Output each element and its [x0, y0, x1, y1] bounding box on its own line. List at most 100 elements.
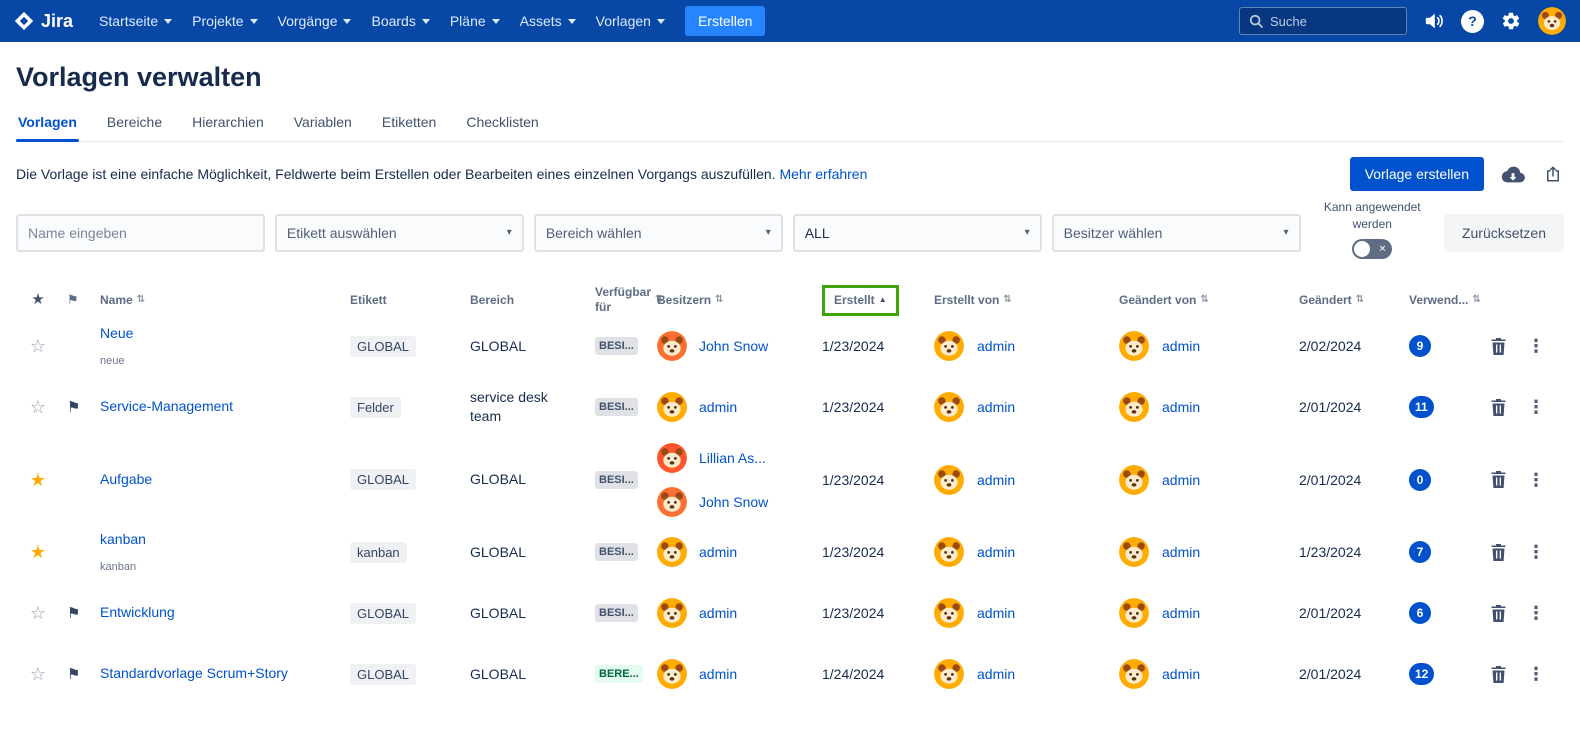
created-by-link[interactable]: admin — [977, 666, 1015, 682]
reset-button[interactable]: Zurücksetzen — [1444, 214, 1564, 252]
nav-item-vorg-nge[interactable]: Vorgänge — [268, 6, 362, 36]
column-header-bereich[interactable]: Bereich — [470, 293, 595, 308]
jira-logo-icon — [14, 11, 34, 31]
cloud-download-icon[interactable] — [1499, 164, 1527, 185]
owner-item: admin — [657, 392, 737, 422]
user-avatar[interactable] — [1538, 7, 1566, 35]
star-icon[interactable]: ☆ — [30, 604, 46, 622]
flag-column-header[interactable]: ⚑ — [60, 292, 100, 308]
column-header-etikett[interactable]: Etikett — [350, 293, 470, 308]
create-template-button[interactable]: Vorlage erstellen — [1350, 157, 1484, 191]
label-filter-select[interactable]: Etikett auswählen ▾ — [275, 214, 524, 252]
chevron-down-icon: ▾ — [1025, 227, 1030, 238]
star-icon[interactable]: ★ — [30, 543, 46, 561]
more-options-icon[interactable]: ⋮ — [1527, 337, 1545, 355]
chevron-down-icon: ▾ — [766, 227, 771, 238]
tab-etiketten[interactable]: Etiketten — [380, 110, 438, 141]
nav-item-startseite[interactable]: Startseite — [89, 6, 182, 36]
owner-filter-select[interactable]: Besitzer wählen ▾ — [1052, 214, 1301, 252]
tab-bereiche[interactable]: Bereiche — [105, 110, 164, 141]
export-icon[interactable] — [1542, 162, 1564, 186]
modified-by-link[interactable]: admin — [1162, 399, 1200, 415]
owner-link[interactable]: John Snow — [699, 494, 768, 510]
owner-avatar — [657, 443, 687, 473]
delete-icon[interactable] — [1491, 399, 1506, 416]
template-name-link[interactable]: Service-Management — [100, 398, 233, 414]
more-options-icon[interactable]: ⋮ — [1527, 398, 1545, 416]
table-row: ★AufgabeGLOBALGLOBALBESI...Lillian As...… — [0, 438, 1580, 522]
owner-link[interactable]: admin — [699, 544, 737, 560]
column-header-name[interactable]: Name⇅ — [100, 293, 350, 308]
global-search[interactable] — [1239, 7, 1407, 35]
created-by-link[interactable]: admin — [977, 605, 1015, 621]
nav-item-boards[interactable]: Boards — [361, 6, 439, 36]
label-tag: GLOBAL — [350, 603, 416, 624]
owner-link[interactable]: Lillian As... — [699, 450, 766, 466]
announcement-icon[interactable] — [1424, 12, 1444, 30]
usage-count-badge: 11 — [1409, 396, 1434, 418]
star-icon[interactable]: ★ — [30, 471, 46, 489]
create-button[interactable]: Erstellen — [685, 6, 765, 36]
modified-date: 2/01/2024 — [1299, 399, 1409, 415]
star-column-header[interactable]: ★ — [16, 291, 60, 310]
tab-hierarchien[interactable]: Hierarchien — [190, 110, 266, 141]
template-name-link[interactable]: Entwicklung — [100, 604, 175, 620]
more-options-icon[interactable]: ⋮ — [1527, 665, 1545, 683]
column-header-erstellt-von[interactable]: Erstellt von⇅ — [934, 293, 1119, 308]
name-filter-input[interactable] — [16, 214, 265, 252]
created-by-link[interactable]: admin — [977, 472, 1015, 488]
owner-link[interactable]: admin — [699, 605, 737, 621]
nav-item-vorlagen[interactable]: Vorlagen — [586, 6, 675, 36]
modified-by-link[interactable]: admin — [1162, 338, 1200, 354]
delete-icon[interactable] — [1491, 471, 1506, 488]
delete-icon[interactable] — [1491, 338, 1506, 355]
more-options-icon[interactable]: ⋮ — [1527, 543, 1545, 561]
owner-item: Lillian As... — [657, 443, 766, 473]
search-input[interactable] — [1270, 14, 1397, 29]
delete-icon[interactable] — [1491, 666, 1506, 683]
column-header-erstellt[interactable]: Erstellt▲ — [822, 285, 934, 316]
modified-by-link[interactable]: admin — [1162, 544, 1200, 560]
column-header-besitzern[interactable]: Besitzern⇅ — [657, 293, 822, 308]
tab-checklisten[interactable]: Checklisten — [464, 110, 540, 141]
column-header-ge-ndert[interactable]: Geändert⇅ — [1299, 293, 1409, 308]
column-header-verf-gbar-f-r[interactable]: Verfügbar für⇅ — [595, 285, 657, 315]
template-name-link[interactable]: Neue — [100, 325, 133, 341]
modified-by-link[interactable]: admin — [1162, 605, 1200, 621]
owner-link[interactable]: admin — [699, 399, 737, 415]
nav-item-pl-ne[interactable]: Pläne — [440, 6, 510, 36]
template-name-link[interactable]: Standardvorlage Scrum+Story — [100, 665, 288, 681]
template-name-link[interactable]: Aufgabe — [100, 471, 152, 487]
tab-variablen[interactable]: Variablen — [292, 110, 354, 141]
delete-icon[interactable] — [1491, 544, 1506, 561]
learn-more-link[interactable]: Mehr erfahren — [779, 166, 867, 182]
star-icon[interactable]: ☆ — [30, 337, 46, 355]
filters-bar: Etikett auswählen ▾ Bereich wählen ▾ ALL… — [0, 191, 1580, 259]
delete-icon[interactable] — [1491, 605, 1506, 622]
owner-item: admin — [657, 537, 737, 567]
modified-by-link[interactable]: admin — [1162, 666, 1200, 682]
jira-logo[interactable]: Jira — [14, 11, 73, 32]
type-filter-select[interactable]: ALL ▾ — [793, 214, 1042, 252]
more-options-icon[interactable]: ⋮ — [1527, 471, 1545, 489]
scope-filter-select[interactable]: Bereich wählen ▾ — [534, 214, 783, 252]
nav-item-assets[interactable]: Assets — [510, 6, 586, 36]
nav-item-projekte[interactable]: Projekte — [182, 6, 267, 36]
can-apply-toggle[interactable]: ✕ — [1352, 239, 1392, 259]
star-icon[interactable]: ☆ — [30, 398, 46, 416]
modified-by-link[interactable]: admin — [1162, 472, 1200, 488]
column-header-ge-ndert-von[interactable]: Geändert von⇅ — [1119, 293, 1299, 308]
gear-icon[interactable] — [1501, 11, 1521, 31]
created-by-link[interactable]: admin — [977, 399, 1015, 415]
column-header-verwend[interactable]: Verwend...⇅ — [1409, 293, 1491, 308]
owner-link[interactable]: admin — [699, 666, 737, 682]
help-icon[interactable]: ? — [1461, 10, 1484, 33]
owner-link[interactable]: John Snow — [699, 338, 768, 354]
star-icon[interactable]: ☆ — [30, 665, 46, 683]
more-options-icon[interactable]: ⋮ — [1527, 604, 1545, 622]
sort-icon: ⇅ — [1472, 294, 1480, 307]
template-name-link[interactable]: kanban — [100, 531, 146, 547]
tab-vorlagen[interactable]: Vorlagen — [16, 110, 79, 141]
created-by-link[interactable]: admin — [977, 544, 1015, 560]
created-by-link[interactable]: admin — [977, 338, 1015, 354]
